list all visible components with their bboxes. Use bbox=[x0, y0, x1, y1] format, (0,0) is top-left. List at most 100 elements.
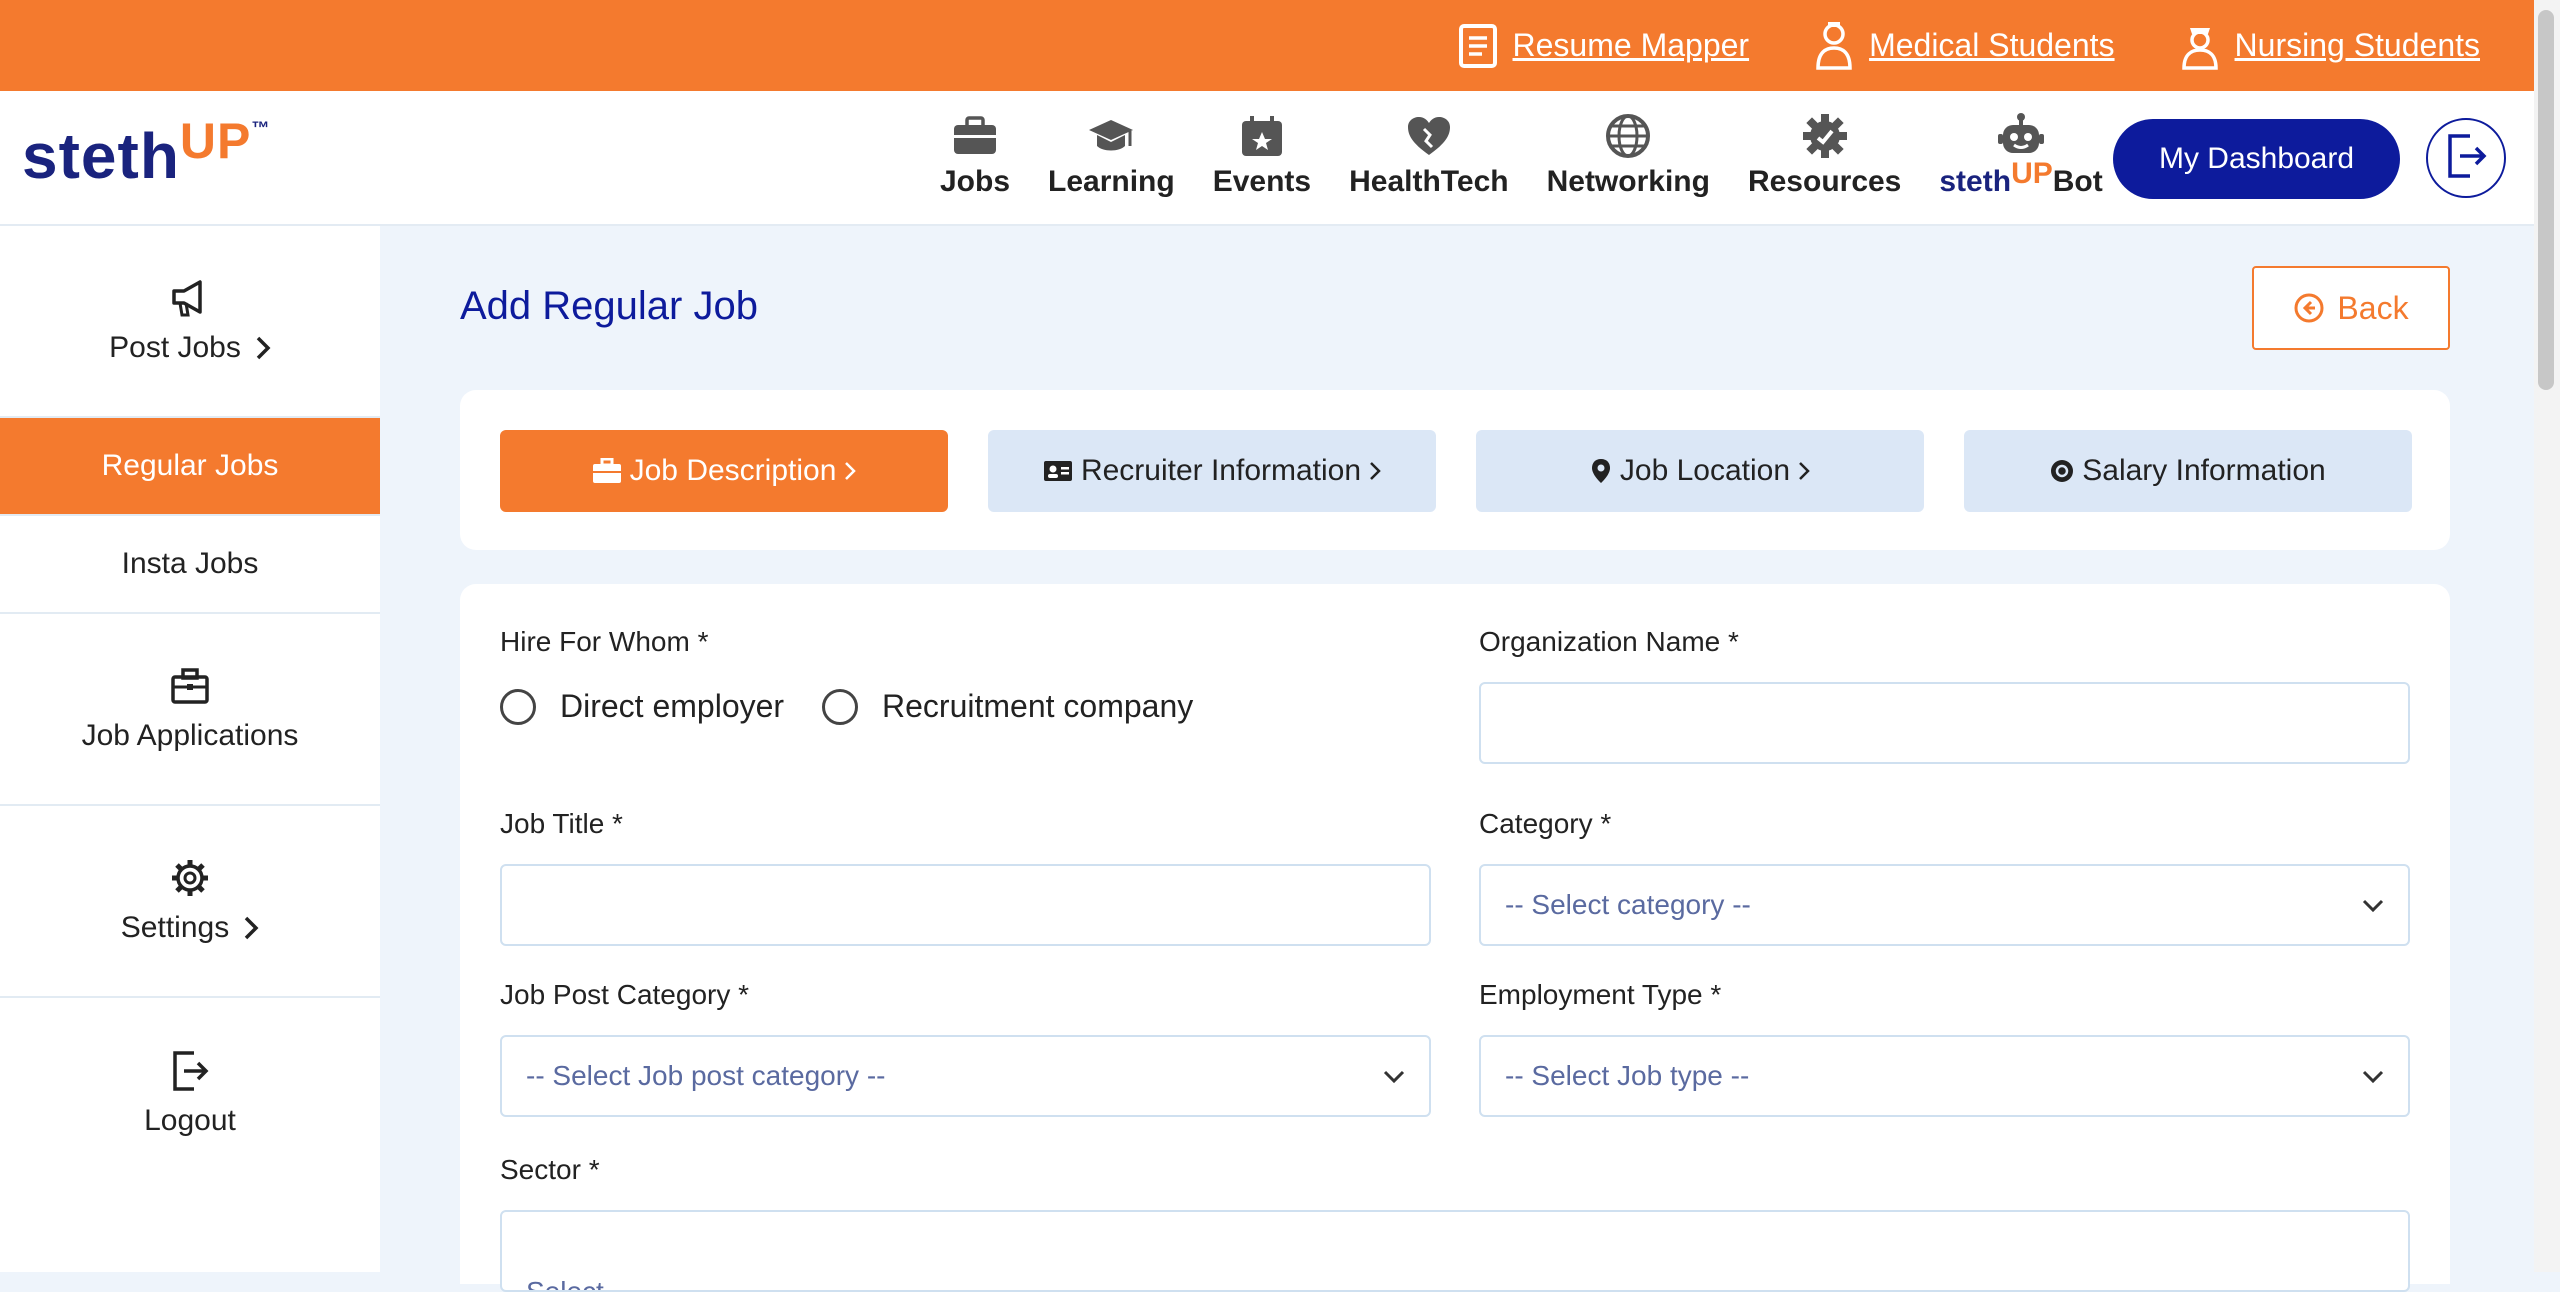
id-card-icon bbox=[1043, 459, 1073, 483]
radio-label: Recruitment company bbox=[882, 688, 1194, 724]
nav-networking[interactable]: Networking bbox=[1547, 111, 1710, 199]
sidebar-item-logout[interactable]: Logout bbox=[0, 998, 380, 1190]
calendar-star-icon bbox=[1237, 111, 1287, 161]
sidebar-item-label: Insta Jobs bbox=[121, 547, 259, 580]
sidebar-item-regular-jobs[interactable]: Regular Jobs bbox=[0, 418, 380, 516]
tab-label: Salary Information bbox=[2082, 454, 2326, 487]
chevron-right-icon bbox=[244, 916, 259, 940]
page-title: Add Regular Job bbox=[460, 284, 758, 328]
logout-icon bbox=[2444, 132, 2488, 185]
nav-events[interactable]: Events bbox=[1213, 111, 1311, 199]
sidebar-settings-text: Settings bbox=[121, 911, 259, 945]
bot-part3: Bot bbox=[2052, 165, 2103, 198]
hire-for-whom-label: Hire For Whom * bbox=[500, 626, 709, 657]
main-content: Add Regular Job Back Job Description Rec… bbox=[380, 226, 2534, 1292]
nav-learning-label: Learning bbox=[1048, 165, 1175, 198]
heart-icon bbox=[1404, 111, 1454, 161]
briefcase-icon bbox=[592, 458, 622, 484]
stethup-logo[interactable]: stethUP™ bbox=[22, 113, 270, 193]
chevron-down-icon bbox=[2362, 1070, 2384, 1084]
tab-recruiter-information[interactable]: Recruiter Information bbox=[988, 430, 1436, 512]
sidebar-item-post-jobs[interactable]: Post Jobs bbox=[0, 226, 380, 418]
nav-resources[interactable]: Resources bbox=[1748, 111, 1901, 199]
sidebar-post-jobs-text: Post Jobs bbox=[109, 331, 271, 365]
coin-icon bbox=[2050, 459, 2074, 483]
select-placeholder: -- Select Job type -- bbox=[1505, 1060, 1750, 1091]
medical-students-link[interactable]: Medical Students bbox=[1813, 21, 2115, 70]
sector-select[interactable]: Select bbox=[500, 1210, 2410, 1292]
bot-part1: steth bbox=[1939, 165, 2012, 198]
radio-label: Direct employer bbox=[560, 688, 785, 724]
resume-mapper-label: Resume Mapper bbox=[1512, 27, 1750, 63]
logout-icon bbox=[169, 1050, 211, 1092]
job-post-category-label: Job Post Category * bbox=[500, 979, 750, 1010]
nursing-students-link[interactable]: Nursing Students bbox=[2179, 22, 2480, 70]
sidebar-item-label: Regular Jobs bbox=[101, 449, 279, 482]
back-circle-icon bbox=[2294, 293, 2324, 323]
organization-name-label: Organization Name * bbox=[1479, 626, 1739, 657]
employment-type-select[interactable]: -- Select Job type -- bbox=[1479, 1035, 2410, 1117]
back-button[interactable]: Back bbox=[2252, 266, 2450, 350]
organization-name-input[interactable] bbox=[1479, 682, 2410, 764]
tab-label: Job Location bbox=[1619, 454, 1791, 487]
nav-learning[interactable]: Learning bbox=[1048, 111, 1175, 199]
document-icon bbox=[1457, 22, 1499, 70]
chevron-down-icon bbox=[2362, 899, 2384, 913]
medical-students-label: Medical Students bbox=[1869, 27, 2115, 63]
nav-stethupbot[interactable]: stethUPBot bbox=[1939, 111, 2103, 199]
nav-jobs[interactable]: Jobs bbox=[940, 111, 1010, 199]
job-title-label: Job Title * bbox=[500, 808, 623, 839]
location-pin-icon bbox=[1590, 458, 1612, 484]
robot-icon bbox=[1996, 111, 2046, 161]
step-tabs: Job Description Recruiter Information Jo… bbox=[460, 390, 2450, 550]
logo-text: steth bbox=[22, 120, 180, 192]
nurse-icon bbox=[2179, 22, 2221, 70]
tab-salary-information[interactable]: Salary Information bbox=[1964, 430, 2412, 512]
chevron-right-icon bbox=[1370, 462, 1381, 480]
tab-job-location[interactable]: Job Location bbox=[1476, 430, 1924, 512]
sector-label: Sector * bbox=[500, 1154, 600, 1185]
chevron-right-icon bbox=[256, 336, 271, 360]
sidebar-item-label: Post Jobs bbox=[109, 331, 241, 364]
nav-events-label: Events bbox=[1212, 165, 1312, 198]
employment-type-label: Employment Type * bbox=[1479, 979, 1722, 1010]
my-dashboard-button[interactable]: My Dashboard bbox=[2113, 119, 2400, 199]
sidebar-item-label: Job Applications bbox=[81, 719, 299, 752]
nav-stethupbot-label: stethUPBot bbox=[1939, 157, 2103, 199]
sidebar-item-label: Settings bbox=[120, 911, 230, 944]
category-label: Category * bbox=[1479, 808, 1612, 839]
nav-jobs-label: Jobs bbox=[940, 165, 1011, 198]
sidebar-item-settings[interactable]: Settings bbox=[0, 806, 380, 998]
radio-direct-employer[interactable]: Direct employer bbox=[500, 688, 784, 725]
header-logout-button[interactable] bbox=[2426, 118, 2506, 198]
chevron-down-icon bbox=[1383, 1070, 1405, 1084]
sidebar: Post Jobs Regular Jobs Insta Jobs Job Ap… bbox=[0, 226, 380, 1272]
nav-resources-label: Resources bbox=[1747, 165, 1902, 198]
sidebar-item-job-applications[interactable]: Job Applications bbox=[0, 614, 380, 806]
logo-up: UP bbox=[179, 113, 252, 169]
main-header: stethUP™ Jobs Learning Events HealthTech bbox=[0, 91, 2534, 226]
tab-label: Recruiter Information bbox=[1080, 454, 1362, 487]
nav-healthtech-label: HealthTech bbox=[1349, 165, 1509, 198]
bot-part2: UP bbox=[2011, 157, 2053, 190]
top-bar: Resume Mapper Medical Students Nursing S… bbox=[0, 0, 2560, 91]
job-title-input[interactable] bbox=[500, 864, 1431, 946]
radio-circle bbox=[822, 688, 858, 725]
nav-networking-label: Networking bbox=[1546, 165, 1710, 198]
doctor-icon bbox=[1813, 21, 1855, 70]
resume-mapper-link[interactable]: Resume Mapper bbox=[1457, 22, 1750, 70]
nav-healthtech[interactable]: HealthTech bbox=[1349, 111, 1509, 199]
scrollbar-thumb[interactable] bbox=[2538, 10, 2554, 390]
megaphone-icon bbox=[169, 277, 211, 319]
select-placeholder: Select bbox=[526, 1276, 604, 1292]
globe-icon bbox=[1603, 111, 1653, 161]
radio-recruitment-company[interactable]: Recruitment company bbox=[822, 688, 1193, 725]
main-nav: Jobs Learning Events HealthTech Networki… bbox=[940, 111, 2141, 199]
radio-circle bbox=[500, 688, 536, 725]
job-form: Hire For Whom * Direct employer Recruitm… bbox=[460, 584, 2450, 1292]
briefcase-icon bbox=[950, 111, 1000, 161]
sidebar-item-insta-jobs[interactable]: Insta Jobs bbox=[0, 516, 380, 614]
tab-job-description[interactable]: Job Description bbox=[500, 430, 948, 512]
category-select[interactable]: -- Select category -- bbox=[1479, 864, 2410, 946]
job-post-category-select[interactable]: -- Select Job post category -- bbox=[500, 1035, 1431, 1117]
